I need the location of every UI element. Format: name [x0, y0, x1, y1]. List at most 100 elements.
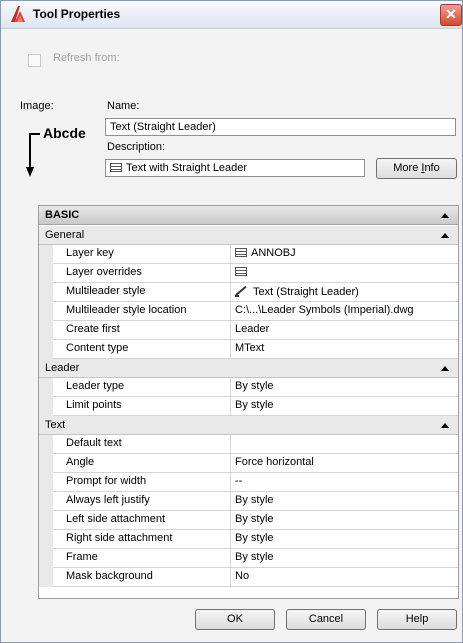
preview-text: Abcde — [43, 125, 86, 141]
refresh-label: Refresh from: — [53, 52, 120, 64]
name-input[interactable]: Text (Straight Leader) — [105, 118, 456, 136]
row-gutter — [39, 511, 53, 530]
property-row[interactable]: Multileader style Text (Straight Leader) — [39, 283, 458, 302]
property-name: Content type — [53, 340, 231, 358]
property-name: Multileader style location — [53, 302, 231, 320]
row-gutter — [39, 321, 53, 340]
property-value[interactable]: No — [232, 568, 456, 586]
property-value-text: By style — [235, 494, 274, 506]
property-row[interactable]: Layer key ANNOBJ — [39, 245, 458, 264]
property-value-text: By style — [235, 513, 274, 525]
property-name: Leader type — [53, 378, 231, 396]
collapse-icon[interactable] — [441, 213, 449, 218]
property-row[interactable]: Limit points By style — [39, 397, 458, 416]
property-value[interactable]: Text (Straight Leader) — [232, 283, 456, 301]
property-value-text: Text (Straight Leader) — [253, 286, 359, 298]
property-value[interactable]: C:\...\Leader Symbols (Imperial).dwg — [232, 302, 456, 320]
more-info-button[interactable]: More Info — [376, 158, 457, 179]
image-label: Image: — [20, 100, 54, 112]
property-name: Right side attachment — [53, 530, 231, 548]
close-icon[interactable]: ✕ — [440, 4, 462, 26]
collapse-icon[interactable] — [441, 423, 449, 428]
property-value[interactable]: By style — [232, 492, 456, 510]
property-row[interactable]: Content type MText — [39, 340, 458, 359]
property-name: Multileader style — [53, 283, 231, 301]
name-label: Name: — [107, 100, 140, 112]
property-row[interactable]: Prompt for width -- — [39, 473, 458, 492]
property-value[interactable]: By style — [232, 397, 456, 415]
list-icon — [235, 248, 247, 257]
property-row[interactable]: Default text — [39, 435, 458, 454]
ok-button[interactable]: OK — [195, 609, 275, 630]
property-value-text: ANNOBJ — [251, 247, 296, 259]
section-header-basic[interactable]: BASIC — [39, 206, 458, 225]
help-button[interactable]: Help — [377, 609, 457, 630]
cancel-button[interactable]: Cancel — [286, 609, 366, 630]
property-name: Layer overrides — [53, 264, 231, 282]
property-row[interactable]: Right side attachment By style — [39, 530, 458, 549]
property-value[interactable]: Force horizontal — [232, 454, 456, 472]
property-value[interactable]: By style — [232, 511, 456, 529]
property-name: Prompt for width — [53, 473, 231, 491]
row-gutter — [39, 378, 53, 397]
category-header-text[interactable]: Text — [39, 416, 458, 435]
refresh-checkbox[interactable] — [28, 54, 41, 67]
property-value[interactable]: MText — [232, 340, 456, 358]
row-gutter — [39, 340, 53, 359]
row-gutter — [39, 454, 53, 473]
property-row[interactable]: Leader type By style — [39, 378, 458, 397]
description-input[interactable]: Text with Straight Leader — [105, 159, 365, 177]
property-value-text: Leader — [235, 323, 270, 335]
row-gutter — [39, 283, 53, 302]
property-value-text: MText — [235, 342, 265, 354]
list-icon — [235, 267, 247, 276]
property-value[interactable]: Leader — [232, 321, 456, 339]
autocad-app-icon — [11, 6, 25, 22]
property-value-text: By style — [235, 532, 274, 544]
property-name: Mask background — [53, 568, 231, 586]
title-bar[interactable]: Tool Properties ✕ — [1, 1, 462, 29]
property-value[interactable]: By style — [232, 530, 456, 548]
category-title: General — [45, 229, 85, 241]
row-gutter — [39, 397, 53, 416]
preview-arrowhead-icon — [26, 167, 34, 177]
description-label: Description: — [107, 141, 166, 153]
preview-leader-line — [29, 133, 31, 171]
collapse-icon[interactable] — [441, 233, 449, 238]
property-value[interactable]: ANNOBJ — [232, 245, 456, 263]
property-row[interactable]: Angle Force horizontal — [39, 454, 458, 473]
property-name: Frame — [53, 549, 231, 567]
property-name: Angle — [53, 454, 231, 472]
category-title: Leader — [45, 362, 80, 374]
section-title: BASIC — [45, 209, 80, 221]
collapse-icon[interactable] — [441, 366, 449, 371]
property-value-text: By style — [235, 380, 274, 392]
category-header-leader[interactable]: Leader — [39, 359, 458, 378]
category-title: Text — [45, 419, 66, 431]
property-value[interactable] — [232, 435, 456, 453]
description-value: Text with Straight Leader — [126, 162, 248, 174]
property-name: Layer key — [53, 245, 231, 263]
category-header-general[interactable]: General — [39, 226, 458, 245]
window-title: Tool Properties — [33, 7, 121, 21]
property-name: Create first — [53, 321, 231, 339]
property-row[interactable]: Left side attachment By style — [39, 511, 458, 530]
property-row[interactable]: Create first Leader — [39, 321, 458, 340]
property-value[interactable]: By style — [232, 549, 456, 567]
property-value[interactable]: By style — [232, 378, 456, 396]
property-row[interactable]: Multileader style location C:\...\Leader … — [39, 302, 458, 321]
property-name: Limit points — [53, 397, 231, 415]
property-value[interactable]: -- — [232, 473, 456, 491]
tool-properties-dialog: Tool Properties ✕ Refresh from: Image: A… — [0, 0, 463, 643]
property-row[interactable]: Mask background No — [39, 568, 458, 587]
property-value-text: By style — [235, 551, 274, 563]
row-gutter — [39, 568, 53, 587]
more-info-label-pre: More — [393, 162, 422, 174]
row-gutter — [39, 492, 53, 511]
property-grid: BASIC General Layer key ANNOBJ Layer overri… — [38, 205, 459, 599]
property-row[interactable]: Layer overrides — [39, 264, 458, 283]
property-value-text: By style — [235, 399, 274, 411]
property-value[interactable] — [232, 264, 456, 282]
property-row[interactable]: Always left justify By style — [39, 492, 458, 511]
property-row[interactable]: Frame By style — [39, 549, 458, 568]
